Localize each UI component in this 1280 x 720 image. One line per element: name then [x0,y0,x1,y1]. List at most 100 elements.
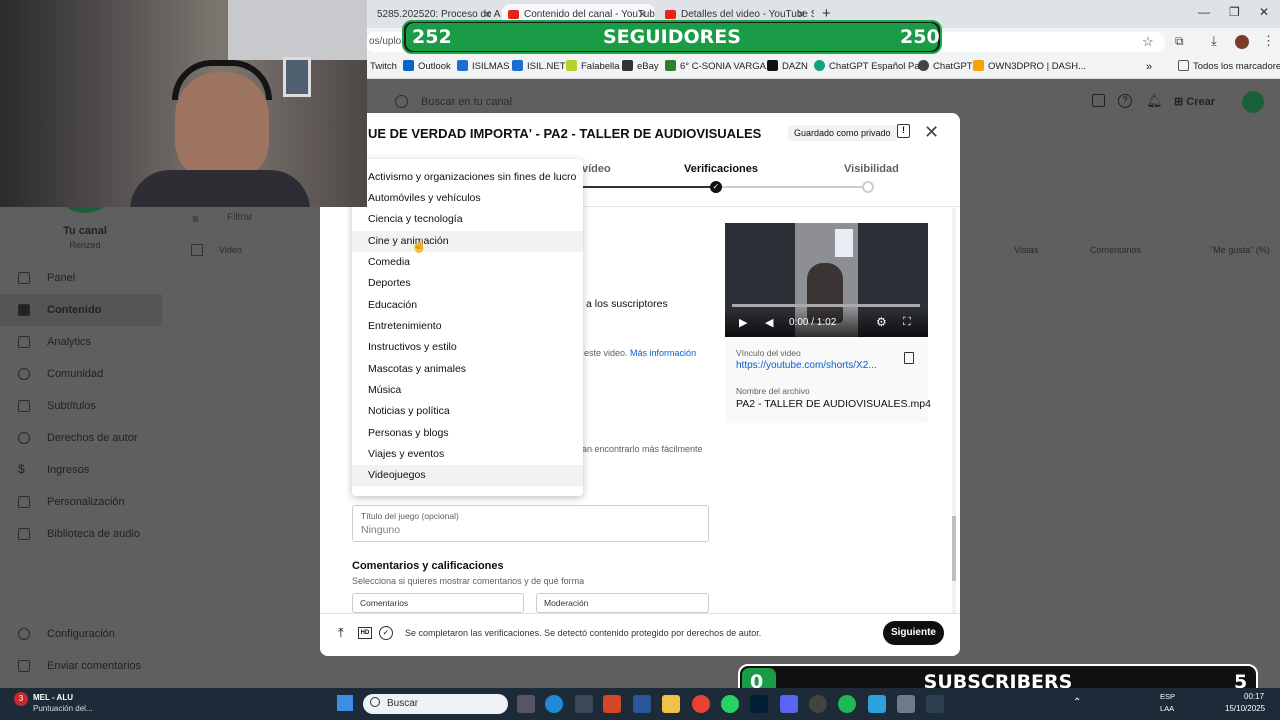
task-view-icon[interactable] [517,695,535,713]
minimize-icon[interactable]: — [1198,5,1210,19]
account-avatar[interactable] [1242,91,1264,113]
category-option[interactable]: Instructivos y estilo [352,337,583,358]
volume-icon[interactable]: ◀︎ [765,316,773,329]
more-info-link[interactable]: Más información [630,348,696,358]
sidebar-item-comunidad[interactable]: Comunidad [0,358,162,390]
channel-search-input[interactable]: Buscar en tu canal [385,89,845,115]
tray-chevron-icon[interactable]: ⌃ [1073,697,1081,708]
edge-icon[interactable] [545,695,563,713]
clock-time[interactable]: 00:17 [1244,692,1264,701]
bookmark-chatgpt-es[interactable]: ChatGPT Español Pa... [814,59,928,75]
category-option[interactable]: Automóviles y vehículos [352,188,583,209]
category-option[interactable]: Ciencia y tecnología [352,209,583,230]
scrollbar-thumb[interactable] [952,516,956,581]
powerpoint-icon[interactable] [603,695,621,713]
category-option[interactable]: Comedia [352,252,583,273]
step-verificaciones[interactable]: Verificaciones [684,163,758,175]
steam-icon[interactable] [809,695,827,713]
category-option[interactable]: Noticias y política [352,401,583,422]
bookmark-isilnet[interactable]: ISIL.NET [512,59,566,75]
spotify-icon[interactable] [838,695,856,713]
bookmark-all[interactable]: Todos los marcadores [1178,59,1280,75]
hd-icon: HD [358,627,372,639]
video-progress-bar[interactable] [732,304,920,307]
sidebar-item-panel[interactable]: Panel [0,262,162,294]
sidebar-item-configuracion[interactable]: Configuración [0,618,162,650]
bookmark-label: OWN3DPRO | DASH... [988,61,1087,72]
bookmark-own3d[interactable]: OWN3DPRO | DASH... [973,59,1086,75]
category-option[interactable]: Entretenimiento [352,316,583,337]
more-bookmarks-icon[interactable]: » [1146,59,1152,75]
category-option[interactable]: Mascotas y animales [352,359,583,380]
bookmark-sonia[interactable]: 6° C-SONIA VARGA... [665,59,774,75]
bookmark-ebay[interactable]: eBay [622,59,659,75]
bookmark-star-icon[interactable]: ☆ [1142,34,1154,50]
sidebar-item-label: Personalización [47,496,125,508]
copy-icon[interactable] [904,352,914,364]
file-explorer-icon[interactable] [662,695,680,713]
app-icon[interactable] [897,695,915,713]
whatsapp-icon[interactable] [721,695,739,713]
notifications-icon[interactable]: 🔔︎ [1146,93,1163,109]
widget-title[interactable]: MEL - ALU [33,693,73,702]
bookmark-label: 6° C-SONIA VARGA... [680,61,774,72]
category-option-selected[interactable]: Videojuegos [352,465,583,486]
settings-icon[interactable]: ⚙ [876,315,887,329]
more-menu-icon[interactable]: ⋮ [1262,33,1275,49]
report-issue-icon[interactable]: ! [897,124,910,138]
bookmark-dazn[interactable]: DAZN [767,59,808,75]
photoshop-icon[interactable] [750,695,768,713]
filter-input[interactable]: Filtrar [227,212,253,223]
taskbar-search[interactable]: Buscar [363,694,508,714]
category-option[interactable]: Deportes [352,273,583,294]
sidebar-item-derechos[interactable]: Derechos de autor [0,422,162,454]
extensions-icon[interactable]: ⧉ [1175,34,1184,49]
sidebar-item-ingresos[interactable]: $ Ingresos [0,454,162,486]
category-option[interactable]: Personas y blogs [352,423,583,444]
category-option[interactable]: Música [352,380,583,401]
sidebar-item-biblioteca[interactable]: Biblioteca de audio [0,518,162,550]
category-option[interactable]: Viajes y eventos [352,444,583,465]
word-icon[interactable] [633,695,651,713]
store-icon[interactable] [575,695,593,713]
profile-avatar[interactable] [1235,35,1249,49]
bookmark-chatgpt[interactable]: ChatGPT [918,59,973,75]
column-video: Video [219,245,242,255]
help-icon[interactable]: ? [1118,94,1132,108]
telegram-icon[interactable] [868,695,886,713]
close-dialog-button[interactable]: ✕ [924,122,939,143]
next-button[interactable]: Siguiente [883,621,944,645]
bookmark-isilmas[interactable]: ISILMAS [457,59,510,75]
language-top[interactable]: ESP [1160,692,1175,701]
game-title-field[interactable]: Título del juego (opcional) Ninguno [352,505,709,542]
bookmark-outlook[interactable]: Outlook [403,59,451,75]
sidebar-item-personalizacion[interactable]: Personalización [0,486,162,518]
restore-icon[interactable]: ❐ [1229,5,1240,19]
download-icon[interactable]: ⤓ [1211,33,1217,49]
windows-start-icon[interactable] [337,695,353,711]
terminal-icon[interactable] [926,695,944,713]
moderation-select[interactable]: Moderación [536,593,709,613]
close-window-icon[interactable]: ✕ [1259,5,1269,19]
captions-icon[interactable] [1092,94,1105,107]
category-option-hovered[interactable]: Cine y animación [352,231,583,252]
category-option[interactable]: Activismo y organizaciones sin fines de … [352,167,583,188]
step-visibilidad[interactable]: Visibilidad [844,163,899,175]
sidebar-item-enviar-comentarios[interactable]: Enviar comentarios [0,650,162,682]
discord-icon[interactable] [780,695,798,713]
step-video[interactable]: vídeo [582,163,611,175]
filter-icon[interactable]: ≡ [192,212,199,226]
bookmark-twitch[interactable]: Twitch [370,59,397,75]
fullscreen-icon[interactable]: ⛶ [903,316,911,329]
video-link[interactable]: https://youtube.com/shorts/X2... [736,360,877,371]
create-button[interactable]: ⊞ Crear [1174,92,1234,112]
bookmark-falabella[interactable]: Falabella [566,59,620,75]
sidebar-item-analytics[interactable]: Analytics [0,326,162,358]
select-all-checkbox[interactable] [191,244,203,256]
play-icon[interactable]: ▶ [739,316,747,329]
chrome-icon[interactable] [692,695,710,713]
sidebar-item-subtitulos[interactable]: Subtítulos [0,390,162,422]
sidebar-item-contenido[interactable]: Contenido [0,294,162,326]
category-option[interactable]: Educación [352,295,583,316]
comments-select[interactable]: Comentarios [352,593,524,613]
